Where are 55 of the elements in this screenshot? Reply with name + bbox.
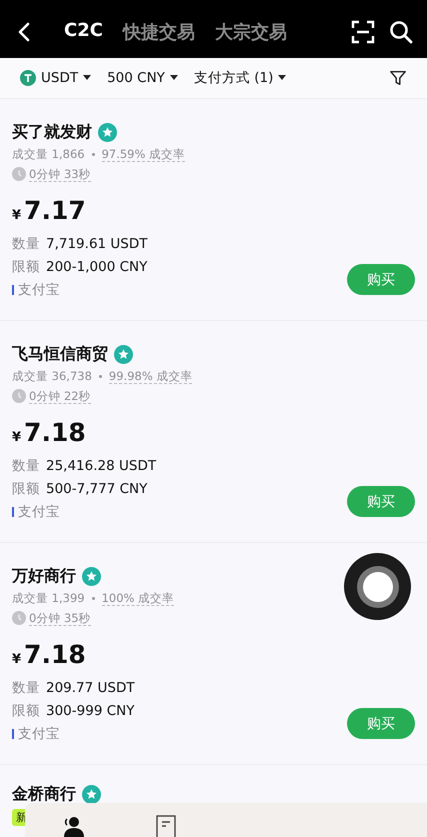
caret-icon xyxy=(170,75,178,81)
payment-time: 0分钟 33秒 xyxy=(29,166,91,182)
quantity-value: 25,416.28 USDT xyxy=(46,458,156,474)
trade-volume: 成交量 1,399 xyxy=(12,590,85,606)
clock-icon xyxy=(12,611,26,625)
price: ¥7.18 xyxy=(12,418,87,449)
separator-dot xyxy=(92,152,95,156)
quantity-label: 数量 xyxy=(12,456,40,474)
quantity-label: 数量 xyxy=(12,234,40,252)
separator-dot xyxy=(98,374,102,378)
payment-marker xyxy=(12,284,14,294)
tether-coin-icon xyxy=(20,70,36,86)
payment-method: 支付宝 xyxy=(18,502,60,520)
payment-method: 支付宝 xyxy=(18,280,60,298)
limit-value: 200-1,000 CNY xyxy=(46,258,148,274)
trade-volume: 成交量 1,866 xyxy=(12,146,85,162)
limit-value: 500-7,777 CNY xyxy=(46,480,148,496)
payment-time: 0分钟 35秒 xyxy=(29,610,91,626)
limit-label: 限额 xyxy=(12,480,40,498)
separator-dot xyxy=(92,596,95,600)
limit-label: 限额 xyxy=(12,258,40,276)
tab[interactable]: 大宗交易 xyxy=(214,20,287,44)
limit-value: 300-999 CNY xyxy=(46,702,134,718)
merchant-name[interactable]: 金桥商行 xyxy=(12,784,76,804)
tab[interactable]: C2C xyxy=(64,20,103,44)
quantity-value: 209.77 USDT xyxy=(46,680,135,696)
completion-rate: 100% 成交率 xyxy=(102,590,174,606)
quantity-value: 7,719.61 USDT xyxy=(46,236,148,252)
payment-method: 支付宝 xyxy=(18,724,60,742)
price: ¥7.17 xyxy=(12,196,87,227)
clock-icon xyxy=(12,389,26,403)
filter-dropdown[interactable]: 支付方式 (1) xyxy=(194,69,286,87)
completion-rate: 97.59% 成交率 xyxy=(102,146,186,162)
limit-label: 限额 xyxy=(12,702,40,720)
price: ¥7.18 xyxy=(12,640,87,671)
completion-rate: 99.98% 成交率 xyxy=(108,368,192,384)
quantity-label: 数量 xyxy=(12,678,40,696)
trade-volume: 成交量 36,738 xyxy=(12,368,92,384)
filter-dropdown[interactable]: 500 CNY xyxy=(107,70,178,86)
clock-icon xyxy=(12,167,26,181)
filter-dropdown[interactable]: USDT xyxy=(20,70,92,86)
document-icon[interactable] xyxy=(156,815,176,837)
merchant-name[interactable]: 万好商行 xyxy=(12,566,76,586)
search-icon[interactable] xyxy=(389,20,413,44)
tab[interactable]: 快捷交易 xyxy=(122,20,195,44)
caret-icon xyxy=(278,75,286,81)
merchant-name[interactable]: 买了就发财 xyxy=(12,122,92,142)
payment-marker xyxy=(12,506,14,516)
filter-icon[interactable] xyxy=(389,69,407,87)
back-icon[interactable] xyxy=(18,22,30,42)
scan-icon[interactable] xyxy=(351,20,375,44)
payment-time: 0分钟 22秒 xyxy=(29,388,91,404)
merchant-name[interactable]: 飞马恒信商贸 xyxy=(12,344,108,364)
caret-icon xyxy=(83,75,92,81)
payment-marker xyxy=(12,728,14,738)
